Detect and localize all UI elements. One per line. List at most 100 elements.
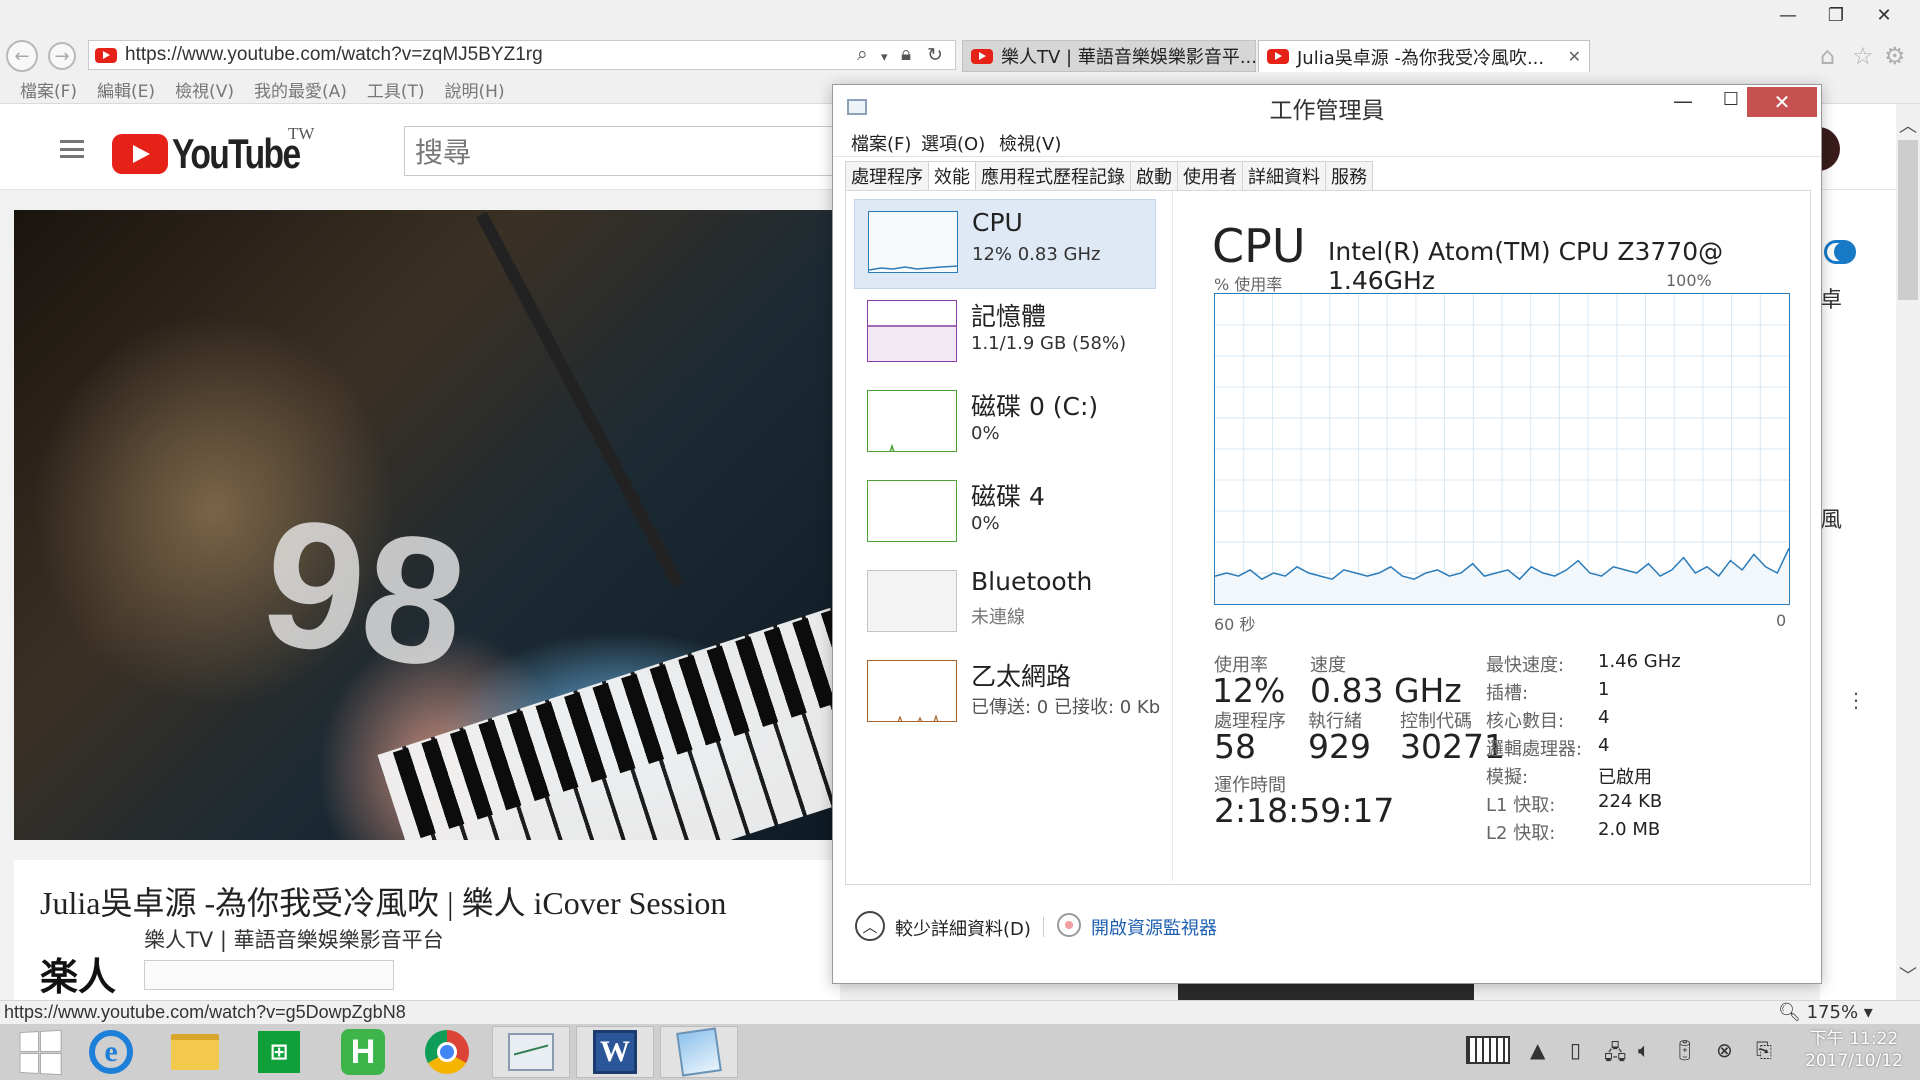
- youtube-favicon-icon: [1267, 49, 1289, 64]
- volume-icon[interactable]: 🔈︎: [1638, 1038, 1650, 1062]
- tab-startup[interactable]: 啟動: [1130, 161, 1178, 191]
- clock[interactable]: 下午 11:22 2017/10/12: [1792, 1028, 1916, 1072]
- close-button[interactable]: ✕: [1747, 87, 1817, 117]
- internet-explorer-button[interactable]: e: [72, 1026, 150, 1078]
- tab-app-history[interactable]: 應用程式歷程記錄: [975, 161, 1131, 191]
- back-button[interactable]: ←: [6, 40, 38, 72]
- sidebar-item-disk-0[interactable]: 磁碟 0 (C:) 0%: [854, 379, 1156, 469]
- video-title: Julia吳卓源 -為你我受冷風吹 | 樂人 iCover Session: [40, 885, 727, 921]
- menu-tools[interactable]: 工具(T): [367, 77, 425, 102]
- time-axis-label: 60 秒: [1214, 615, 1256, 634]
- close-button[interactable]: ✕: [1860, 0, 1908, 30]
- channel-logo[interactable]: 楽人: [40, 946, 116, 1001]
- sidebar-item-disk-4[interactable]: 磁碟 4 0%: [854, 469, 1156, 559]
- related-title-fragment[interactable]: 卓: [1820, 282, 1842, 314]
- home-icon[interactable]: ⌂: [1820, 42, 1835, 70]
- menu-edit[interactable]: 編輯(E): [97, 77, 155, 102]
- tab-details[interactable]: 詳細資料: [1242, 161, 1326, 191]
- status-bar: https://www.youtube.com/watch?v=g5DowpZg…: [0, 1000, 1920, 1024]
- menu-file[interactable]: 檔案(F): [20, 77, 77, 102]
- tab-processes[interactable]: 處理程序: [845, 161, 929, 191]
- show-hidden-icons-icon[interactable]: ▲: [1530, 1038, 1545, 1062]
- menu-favorites[interactable]: 我的最愛(A): [254, 77, 347, 102]
- sidebar-item-bluetooth[interactable]: Bluetooth 未連線: [854, 559, 1156, 649]
- favorites-star-icon[interactable]: ☆: [1852, 42, 1874, 70]
- hamburger-menu-icon[interactable]: [60, 140, 84, 158]
- sidebar-name: 記憶體: [971, 302, 1047, 331]
- disk0-sparkline: [867, 390, 957, 452]
- tab-users[interactable]: 使用者: [1177, 161, 1243, 191]
- battery-icon[interactable]: 🔋︎: [1672, 1038, 1697, 1062]
- lock-icon[interactable]: 🔒︎: [901, 44, 911, 66]
- menu-file[interactable]: 檔案(F): [851, 130, 911, 156]
- task-manager-title-bar[interactable]: 工作管理員 — ☐ ✕: [833, 85, 1821, 125]
- ethernet-sparkline: [867, 660, 957, 722]
- youtube-wordmark: YouTube: [172, 130, 301, 177]
- start-button[interactable]: [0, 1026, 78, 1078]
- l2-cache-value: 2.0 MB: [1598, 819, 1661, 840]
- scrollbar-thumb[interactable]: [1898, 140, 1918, 300]
- l2-cache-label: L2 快取:: [1486, 823, 1556, 844]
- chrome-icon: [425, 1030, 469, 1074]
- menu-options[interactable]: 選項(O): [921, 130, 985, 156]
- search-icon[interactable]: ⌕: [857, 44, 868, 66]
- network-icon[interactable]: 🖧︎: [1604, 1038, 1626, 1072]
- h-app-button[interactable]: H: [324, 1026, 402, 1078]
- maximize-button[interactable]: ☐: [1713, 89, 1749, 119]
- restore-button[interactable]: ❐: [1812, 0, 1860, 30]
- touch-keyboard-icon[interactable]: [1466, 1036, 1510, 1064]
- disk0-sparkline-graph: [889, 443, 895, 451]
- scroll-up-icon[interactable]: ︿: [1896, 112, 1920, 138]
- cpu-usage-graph-svg: [1214, 294, 1790, 604]
- related-title-fragment[interactable]: 風: [1820, 502, 1842, 534]
- action-center-icon[interactable]: ▯: [1570, 1038, 1581, 1062]
- tab-performance[interactable]: 效能: [928, 161, 976, 191]
- notepad-taskbar-button[interactable]: [660, 1026, 738, 1078]
- menu-help[interactable]: 說明(H): [445, 77, 505, 102]
- video-player[interactable]: 98: [14, 210, 840, 840]
- cpu-model: Intel(R) Atom(TM) CPU Z3770@ 1.46GHz: [1328, 237, 1724, 295]
- close-tab-icon[interactable]: ✕: [1568, 47, 1581, 66]
- subscribe-button[interactable]: [144, 960, 394, 990]
- refresh-icon[interactable]: ↻: [927, 44, 943, 67]
- tab-services[interactable]: 服務: [1325, 161, 1373, 191]
- word-taskbar-button[interactable]: W: [576, 1026, 654, 1078]
- sidebar-value: 0%: [971, 513, 1000, 534]
- address-bar[interactable]: https://www.youtube.com/watch?v=zqMJ5BYZ…: [88, 40, 956, 70]
- open-resource-monitor-link[interactable]: 開啟資源監視器: [1091, 914, 1217, 940]
- chevron-up-icon[interactable]: ︿: [855, 911, 885, 941]
- youtube-play-icon: [112, 134, 168, 174]
- minimize-button[interactable]: —: [1764, 0, 1812, 30]
- sidebar-name: 磁碟 4: [971, 482, 1045, 511]
- max-speed-label: 最快速度:: [1486, 655, 1565, 676]
- language-icon[interactable]: ⎘: [1756, 1038, 1772, 1062]
- store-button[interactable]: ⊞: [240, 1026, 318, 1078]
- chrome-button[interactable]: [408, 1026, 486, 1078]
- autoplay-toggle[interactable]: [1824, 240, 1856, 264]
- tab-yuerentv[interactable]: 樂人TV | 華語音樂娛樂影音平...: [962, 40, 1256, 72]
- sockets-value: 1: [1598, 679, 1610, 700]
- more-options-icon[interactable]: ⋮: [1846, 688, 1866, 712]
- zoom-level[interactable]: 🔍︎ 175% ▾: [1778, 1002, 1873, 1023]
- sidebar-item-memory[interactable]: 記憶體 1.1/1.9 GB (58%): [854, 289, 1156, 379]
- sidebar-item-ethernet[interactable]: 乙太網路 已傳送: 0 已接收: 0 Kbps: [854, 649, 1161, 739]
- speed-value: 0.83 GHz: [1310, 671, 1462, 710]
- forward-button[interactable]: →: [48, 42, 76, 70]
- scroll-down-icon[interactable]: ﹀: [1896, 962, 1920, 988]
- channel-name[interactable]: 樂人TV | 華語音樂娛樂影音平台: [144, 924, 444, 954]
- tab-julia-video[interactable]: Julia吳卓源 -為你我受冷風吹... ✕: [1258, 40, 1590, 72]
- wifi-off-icon[interactable]: ⊗: [1716, 1038, 1733, 1062]
- fewer-details-button[interactable]: 較少詳細資料(D): [895, 915, 1031, 941]
- search-input[interactable]: 搜尋: [404, 126, 844, 176]
- minimize-button[interactable]: —: [1665, 89, 1701, 119]
- file-explorer-button[interactable]: [156, 1026, 234, 1078]
- menu-view[interactable]: 檢視(V): [999, 130, 1061, 156]
- sidebar-item-cpu[interactable]: CPU 12% 0.83 GHz: [854, 199, 1156, 289]
- menu-view[interactable]: 檢視(V): [175, 77, 234, 102]
- task-manager-taskbar-button[interactable]: [492, 1026, 570, 1078]
- h-app-icon: H: [341, 1029, 385, 1075]
- sidebar-value: 0%: [971, 423, 1000, 444]
- gear-icon[interactable]: ⚙: [1884, 42, 1906, 70]
- dropdown-icon[interactable]: ▾: [881, 49, 888, 65]
- microphone-stand: [476, 211, 684, 589]
